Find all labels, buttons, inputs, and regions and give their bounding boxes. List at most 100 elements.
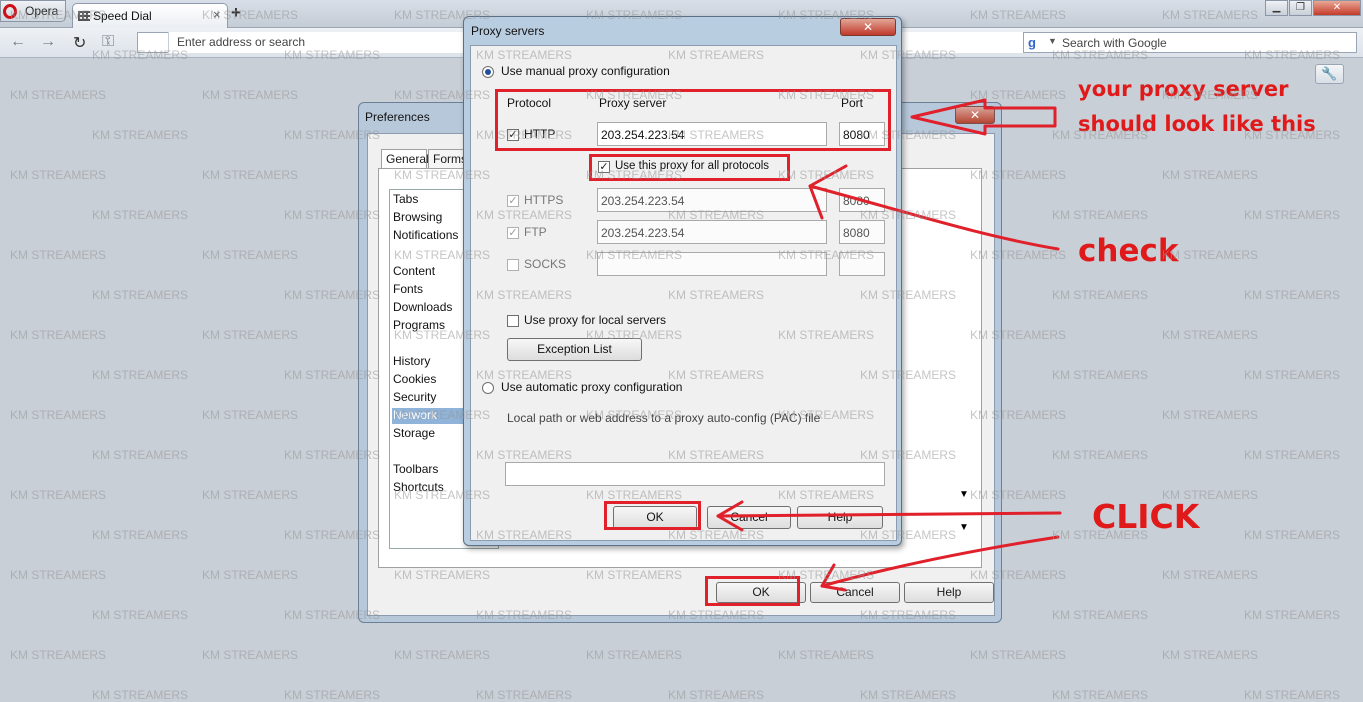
watermark-text: KM STREAMERS: [1162, 168, 1259, 182]
watermark-text: KM STREAMERS: [1244, 688, 1341, 702]
watermark-text: KM STREAMERS: [92, 128, 189, 142]
watermark-text: KM STREAMERS: [1244, 528, 1341, 542]
tab-close-icon[interactable]: ×: [213, 7, 221, 22]
key-icon[interactable]: ⚿: [102, 33, 114, 51]
watermark-text: KM STREAMERS: [10, 328, 107, 342]
watermark-text: KM STREAMERS: [202, 248, 299, 262]
socks-label: SOCKS: [524, 257, 567, 271]
watermark-text: KM STREAMERS: [202, 88, 299, 102]
watermark-text: KM STREAMERS: [10, 648, 107, 662]
watermark-text: KM STREAMERS: [10, 248, 107, 262]
local-servers-label: Use proxy for local servers: [524, 313, 667, 327]
watermark-text: KM STREAMERS: [1162, 568, 1259, 582]
ftp-label: FTP: [524, 225, 547, 239]
window-close-button[interactable]: ✕: [1313, 0, 1361, 16]
pac-file-label: Local path or web address to a proxy aut…: [507, 411, 821, 425]
manual-proxy-label: Use manual proxy configuration: [501, 64, 670, 78]
https-label: HTTPS: [524, 193, 564, 207]
forward-arrow-icon[interactable]: →: [40, 33, 56, 51]
new-tab-button[interactable]: +: [231, 3, 241, 23]
watermark-text: KM STREAMERS: [10, 88, 107, 102]
https-port-input[interactable]: 8080: [839, 188, 885, 212]
watermark-text: KM STREAMERS: [1162, 328, 1259, 342]
opera-menu-label: Opera: [25, 4, 59, 18]
opera-logo-icon: [3, 4, 17, 19]
watermark-text: KM STREAMERS: [10, 168, 107, 182]
preferences-title: Preferences: [365, 110, 430, 124]
local-servers-checkbox[interactable]: [507, 315, 519, 327]
reload-icon[interactable]: ↻: [73, 33, 86, 53]
watermark-text: KM STREAMERS: [202, 568, 299, 582]
watermark-text: KM STREAMERS: [92, 608, 189, 622]
watermark-text: KM STREAMERS: [92, 208, 189, 222]
https-checkbox[interactable]: ✓: [507, 195, 519, 207]
prefs-ok-highlight-box: [705, 576, 800, 606]
socks-port-input[interactable]: [839, 252, 885, 276]
watermark-text: KM STREAMERS: [1052, 288, 1149, 302]
check-note: check: [1078, 233, 1179, 269]
search-placeholder: Search with Google: [1062, 36, 1167, 50]
watermark-text: KM STREAMERS: [1244, 208, 1341, 222]
watermark-text: KM STREAMERS: [1244, 368, 1341, 382]
auto-proxy-label: Use automatic proxy configuration: [501, 380, 683, 394]
tab-speed-dial[interactable]: Speed Dial ×: [72, 3, 228, 28]
watermark-text: KM STREAMERS: [202, 488, 299, 502]
watermark-text: KM STREAMERS: [1162, 648, 1259, 662]
search-input[interactable]: g ▼ Search with Google: [1023, 32, 1357, 53]
watermark-text: KM STREAMERS: [1052, 208, 1149, 222]
proxy-ok-highlight-box: [604, 501, 701, 530]
watermark-text: KM STREAMERS: [1052, 368, 1149, 382]
restore-button[interactable]: ❐: [1289, 0, 1312, 16]
watermark-text: KM STREAMERS: [202, 328, 299, 342]
tab-general[interactable]: General: [381, 149, 429, 168]
ftp-port-input[interactable]: 8080: [839, 220, 885, 244]
watermark-text: KM STREAMERS: [284, 688, 381, 702]
watermark-text: KM STREAMERS: [10, 568, 107, 582]
back-arrow-icon[interactable]: ←: [10, 33, 26, 51]
exception-list-button[interactable]: Exception List: [507, 338, 642, 361]
socks-server-input[interactable]: [597, 252, 827, 276]
search-dropdown-icon[interactable]: ▼: [1048, 36, 1057, 46]
watermark-text: KM STREAMERS: [1162, 408, 1259, 422]
dropdown-arrow-icon[interactable]: ▼: [959, 522, 969, 533]
watermark-text: KM STREAMERS: [1244, 448, 1341, 462]
socks-checkbox[interactable]: [507, 259, 519, 271]
watermark-text: KM STREAMERS: [202, 168, 299, 182]
proxy-dialog-title: Proxy servers: [471, 24, 545, 38]
proxy-note-line1: your proxy server: [1078, 77, 1289, 101]
dropdown-arrow-icon[interactable]: ▼: [959, 489, 969, 500]
watermark-text: KM STREAMERS: [1244, 288, 1341, 302]
auto-proxy-radio[interactable]: [482, 382, 494, 394]
speed-dial-grid-icon: [78, 11, 90, 21]
settings-wrench-icon[interactable]: 🔧: [1315, 64, 1344, 84]
watermark-text: KM STREAMERS: [92, 288, 189, 302]
https-server-input[interactable]: 203.254.223.54: [597, 188, 827, 212]
minimize-button[interactable]: ▁: [1265, 0, 1288, 16]
watermark-text: KM STREAMERS: [476, 688, 573, 702]
watermark-text: KM STREAMERS: [970, 88, 1067, 102]
manual-proxy-radio[interactable]: [482, 66, 494, 78]
preferences-cancel-button[interactable]: Cancel: [810, 582, 900, 603]
proxy-cancel-button[interactable]: Cancel: [707, 506, 791, 529]
proxy-note-line2: should look like this: [1078, 112, 1316, 136]
ftp-server-input[interactable]: 203.254.223.54: [597, 220, 827, 244]
opera-menu-button[interactable]: Opera: [0, 0, 66, 22]
watermark-text: KM STREAMERS: [970, 648, 1067, 662]
preferences-help-button[interactable]: Help: [904, 582, 994, 603]
watermark-text: KM STREAMERS: [92, 448, 189, 462]
watermark-text: KM STREAMERS: [1052, 608, 1149, 622]
proxy-help-button[interactable]: Help: [797, 506, 883, 529]
pac-file-input[interactable]: [505, 462, 885, 486]
ftp-checkbox[interactable]: ✓: [507, 227, 519, 239]
watermark-text: KM STREAMERS: [10, 488, 107, 502]
proxy-close-button[interactable]: ✕: [840, 18, 896, 36]
watermark-text: KM STREAMERS: [1052, 448, 1149, 462]
watermark-text: KM STREAMERS: [1244, 608, 1341, 622]
watermark-text: KM STREAMERS: [586, 648, 683, 662]
use-all-highlight-box: [589, 154, 790, 181]
watermark-text: KM STREAMERS: [10, 408, 107, 422]
watermark-text: KM STREAMERS: [202, 408, 299, 422]
watermark-text: KM STREAMERS: [92, 528, 189, 542]
preferences-close-button[interactable]: ✕: [955, 106, 995, 124]
watermark-text: KM STREAMERS: [668, 688, 765, 702]
